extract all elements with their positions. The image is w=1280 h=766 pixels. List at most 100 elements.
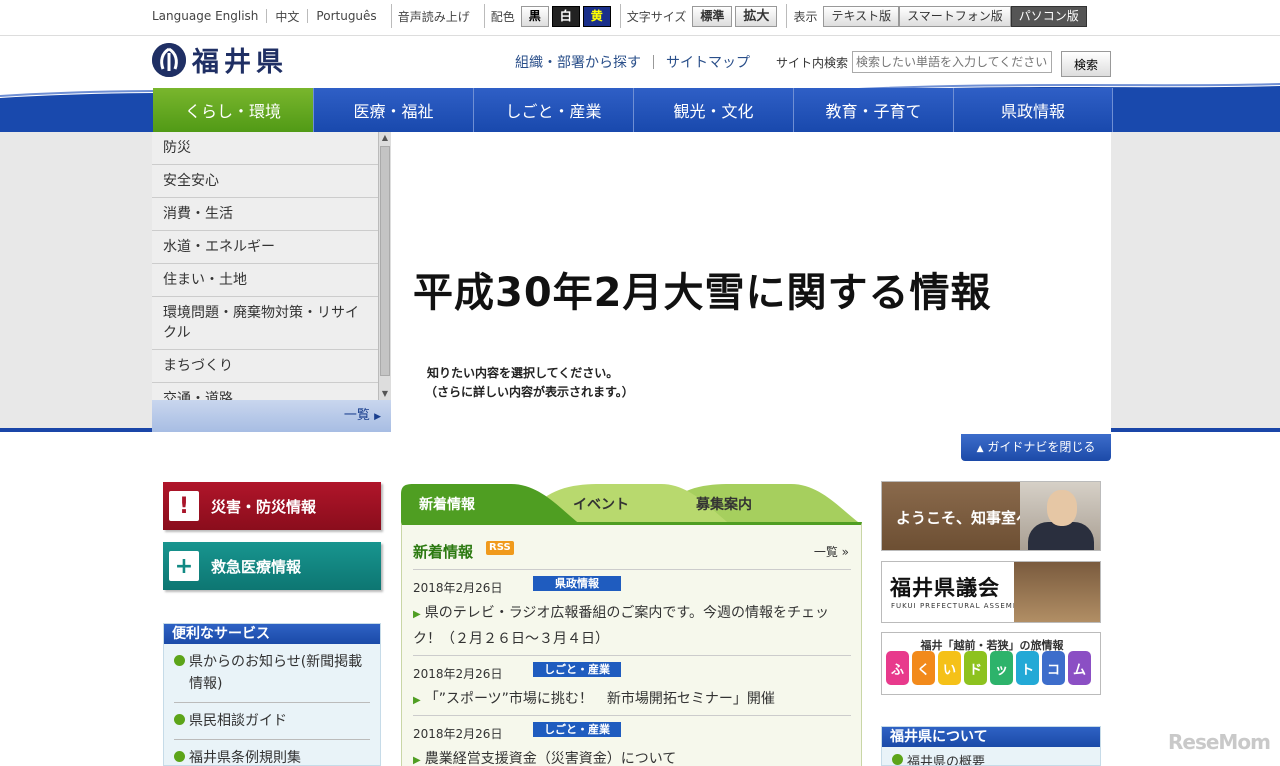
scroll-down-icon[interactable]: ▼ (380, 388, 390, 400)
services-box: 便利なサービス 県からのお知らせ(新聞掲載情報) 県民相談ガイド 福井県条例規則… (163, 623, 381, 766)
exclamation-icon: ! (169, 491, 199, 521)
logo-char: ッ (990, 651, 1013, 685)
service-item[interactable]: 福井県条例規則集 (174, 740, 370, 765)
pc-version-button[interactable]: パソコン版 (1010, 5, 1087, 27)
about-fukui-box: 福井県について 福井県の概要 (881, 726, 1101, 766)
tab-medical-welfare[interactable]: 医療・福祉 (313, 88, 473, 132)
tab-events[interactable]: イベント (573, 494, 629, 514)
banner-note: （さらに詳しい内容が表示されます。） (425, 385, 634, 399)
news-link[interactable]: 「”スポーツ”市場に挑む！ 新市場開拓セミナー」開催 (413, 687, 849, 713)
logo-char: ム (1068, 651, 1091, 685)
divider (619, 4, 621, 28)
list-item-traffic-roads[interactable]: 交通・道路 (152, 383, 378, 400)
tourism-logo: ふ く い ド ッ ト コ ム (886, 651, 1091, 685)
logo-char: い (938, 651, 961, 685)
emergency-medical-button[interactable]: + 救急医療情報 (163, 542, 381, 590)
site-name: 福井県 (192, 47, 288, 78)
close-guide-button[interactable]: ▲ ガイドナビを閉じる (961, 434, 1111, 461)
governor-banner[interactable]: ようこそ、知事室へ (881, 481, 1101, 551)
smartphone-version-button[interactable]: スマートフォン版 (899, 5, 1011, 27)
news-link[interactable]: 県のテレビ・ラジオ広報番組のご案内です。今週の情報をチェック！（２月２６日～３月… (413, 601, 849, 652)
banner-title: 平成30年2月大雪に関する情報 (413, 270, 992, 316)
service-item[interactable]: 県からのお知らせ(新聞掲載情報) (174, 644, 370, 703)
medical-cross-icon: + (169, 551, 199, 581)
governor-photo-suit (1028, 522, 1094, 550)
triangle-up-icon: ▲ (976, 444, 984, 454)
category-list-scrollbar[interactable]: ▲ ▼ (378, 132, 391, 400)
tab-living-environment[interactable]: くらし・環境 (153, 88, 313, 132)
logo-char: く (912, 651, 935, 685)
divider (483, 4, 485, 28)
sitemap-link[interactable]: サイトマップ (666, 52, 750, 72)
font-size-large-button[interactable]: 拡大 (735, 5, 778, 27)
font-size-label: 文字サイズ (626, 9, 687, 24)
news-panel: 新着情報 イベント 募集案内 新着情報 RSS 一覧 » 2018年2月26日 … (401, 480, 862, 766)
list-item-safety[interactable]: 安全安心 (152, 165, 378, 198)
divider (653, 55, 654, 69)
snow-info-banner[interactable]: 平成30年2月大雪に関する情報 知りたい内容を選択してください。 （さらに詳しい… (391, 132, 1111, 432)
org-search-link[interactable]: 組織・部署から探す (515, 52, 641, 72)
divider (390, 4, 392, 28)
voice-reader-link[interactable]: 音声読み上げ (398, 8, 478, 25)
news-date: 2018年2月26日 (413, 727, 503, 741)
news-date: 2018年2月26日 (413, 667, 503, 681)
service-item[interactable]: 県民相談ガイド (174, 703, 370, 740)
tourism-banner[interactable]: 福井「越前・若狭」の旅情報 ふ く い ド ッ ト コ ム (881, 632, 1101, 695)
disaster-info-button[interactable]: ! 災害・防災情報 (163, 482, 381, 530)
search-button[interactable]: 検索 (1061, 51, 1111, 77)
category-list: 防災 安全安心 消費・生活 水道・エネルギー 住まい・土地 環境問題・廃棄物対策… (152, 132, 378, 400)
scroll-thumb[interactable] (380, 146, 390, 376)
search-input[interactable] (852, 51, 1052, 73)
news-more-link[interactable]: 一覧 » (814, 543, 849, 560)
banner-instruction: 知りたい内容を選択してください。 (427, 366, 619, 380)
list-item-environment-recycling[interactable]: 環境問題・廃棄物対策・リサイクル (152, 297, 378, 350)
list-item-disaster-prevention[interactable]: 防災 (152, 132, 378, 165)
category-badge: しごと・産業 (533, 722, 621, 737)
tab-tourism-culture[interactable]: 観光・文化 (633, 88, 793, 132)
utility-bar: Language English 中文 Português 音声読み上げ 配色 … (0, 0, 1280, 36)
portuguese-link[interactable]: Português (308, 9, 384, 23)
language-link[interactable]: Language English (152, 9, 266, 23)
font-size-normal-button[interactable]: 標準 (692, 5, 733, 27)
list-item-town-planning[interactable]: まちづくり (152, 350, 378, 383)
tab-recruitment[interactable]: 募集案内 (696, 494, 752, 514)
guide-navi: 防災 安全安心 消費・生活 水道・エネルギー 住まい・土地 環境問題・廃棄物対策… (0, 132, 1280, 432)
about-item[interactable]: 福井県の概要 (892, 751, 1090, 765)
assembly-title: 福井県議会 (890, 576, 1000, 600)
governor-photo (1020, 482, 1100, 550)
chinese-link[interactable]: 中文 (267, 8, 307, 25)
logo-char: コ (1042, 651, 1065, 685)
list-item-water-energy[interactable]: 水道・エネルギー (152, 231, 378, 264)
scroll-up-icon[interactable]: ▲ (380, 132, 390, 144)
site-logo[interactable]: 福井県 (152, 40, 288, 79)
tab-education-childcare[interactable]: 教育・子育て (793, 88, 953, 132)
assembly-subtitle: FUKUI PREFECTURAL ASSEMBLY (891, 602, 1028, 610)
news-title: 新着情報 (413, 543, 474, 561)
tab-prefectural-info[interactable]: 県政情報 (953, 88, 1113, 132)
color-yellow-button[interactable]: 黄 (582, 5, 611, 27)
governor-label: ようこそ、知事室へ (896, 509, 1032, 527)
list-all-link[interactable]: 一覧 ▶ (152, 400, 391, 432)
services-title: 便利なサービス (164, 624, 380, 644)
divider (786, 4, 788, 28)
news-body: 新着情報 RSS 一覧 » 2018年2月26日 県政情報 県のテレビ・ラジオ広… (401, 522, 862, 766)
about-title: 福井県について (882, 727, 1100, 747)
main-nav: くらし・環境 医療・福祉 しごと・産業 観光・文化 教育・子育て 県政情報 (153, 88, 1113, 132)
list-item-consumer-life[interactable]: 消費・生活 (152, 198, 378, 231)
color-label: 配色 (490, 9, 515, 24)
list-item-housing-land[interactable]: 住まい・土地 (152, 264, 378, 297)
tab-work-industry[interactable]: しごと・産業 (473, 88, 633, 132)
prefecture-emblem-icon (152, 42, 186, 77)
text-version-button[interactable]: テキスト版 (823, 5, 900, 27)
governor-photo-head (1047, 490, 1077, 526)
news-link[interactable]: 農業経営支援資金（災害資金）について (413, 747, 849, 766)
category-badge: 県政情報 (533, 576, 621, 591)
news-item: 2018年2月26日 しごと・産業 農業経営支援資金（災害資金）について (413, 715, 851, 766)
search-label: サイト内検索 (776, 56, 849, 70)
rss-icon[interactable]: RSS (486, 541, 514, 555)
assembly-banner[interactable]: 福井県議会 FUKUI PREFECTURAL ASSEMBLY (881, 561, 1101, 623)
color-white-button[interactable]: 白 (551, 5, 580, 27)
color-black-button[interactable]: 黒 (520, 5, 549, 27)
tab-news[interactable]: 新着情報 (419, 494, 475, 514)
news-item: 2018年2月26日 しごと・産業 「”スポーツ”市場に挑む！ 新市場開拓セミナ… (413, 655, 851, 715)
